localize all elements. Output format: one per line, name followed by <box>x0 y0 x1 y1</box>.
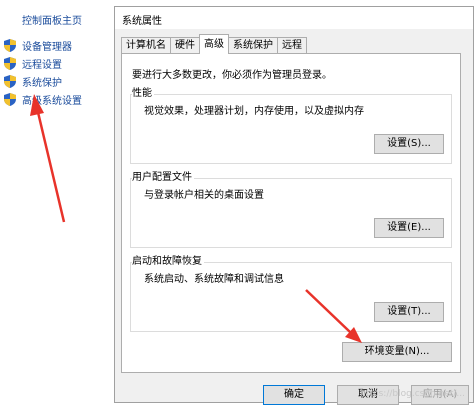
tab-strip: 计算机名 硬件 高级 系统保护 远程 <box>121 34 307 54</box>
cp-item-advanced-system-settings[interactable]: 高级系统设置 <box>4 90 82 108</box>
dialog-title: 系统属性 <box>122 16 162 27</box>
group-title: 性能 <box>132 84 154 99</box>
group-title: 用户配置文件 <box>132 168 194 183</box>
watermark-text: https://blog.csdn.net/... <box>360 389 465 399</box>
group-performance: 性能 视觉效果，处理器计划，内存使用，以及虚拟内存 设置(S)... <box>130 84 452 168</box>
cp-item-remote-settings[interactable]: 远程设置 <box>4 54 82 72</box>
user-profiles-settings-button[interactable]: 设置(E)... <box>374 218 444 238</box>
system-properties-dialog: 系统属性 计算机名 硬件 高级 系统保护 远程 要进行大多数更改，你必须作为管理… <box>114 6 474 405</box>
tab-advanced[interactable]: 高级 <box>199 34 229 54</box>
group-user-profiles: 用户配置文件 与登录帐户相关的桌面设置 设置(E)... <box>130 168 452 252</box>
uac-shield-icon <box>4 38 16 52</box>
cp-item-label: 高级系统设置 <box>22 95 82 107</box>
cp-item-label: 设备管理器 <box>22 41 72 53</box>
advanced-tab-panel: 要进行大多数更改，你必须作为管理员登录。 性能 视觉效果，处理器计划，内存使用，… <box>121 53 461 373</box>
tab-remote[interactable]: 远程 <box>277 37 307 53</box>
group-description: 与登录帐户相关的桌面设置 <box>144 190 264 201</box>
cp-item-label: 系统保护 <box>22 77 62 89</box>
cp-item-label: 远程设置 <box>22 59 62 71</box>
group-description: 视觉效果，处理器计划，内存使用，以及虚拟内存 <box>144 106 364 117</box>
uac-shield-icon <box>4 74 16 88</box>
group-title: 启动和故障恢复 <box>132 252 204 267</box>
group-startup-recovery: 启动和故障恢复 系统启动、系统故障和调试信息 设置(T)... <box>130 252 452 336</box>
tab-hardware[interactable]: 硬件 <box>170 37 200 53</box>
startup-recovery-settings-button[interactable]: 设置(T)... <box>374 302 444 322</box>
annotation-arrow-sidebar <box>30 94 66 223</box>
tab-system-protection[interactable]: 系统保护 <box>228 37 278 53</box>
group-description: 系统启动、系统故障和调试信息 <box>144 274 284 285</box>
cp-item-system-protection[interactable]: 系统保护 <box>4 72 82 90</box>
control-panel-home-link[interactable]: 控制面板主页 <box>22 12 82 27</box>
admin-note: 要进行大多数更改，你必须作为管理员登录。 <box>132 70 332 81</box>
cp-item-device-manager[interactable]: 设备管理器 <box>4 36 82 54</box>
ok-button[interactable]: 确定 <box>263 385 325 405</box>
performance-settings-button[interactable]: 设置(S)... <box>374 134 444 154</box>
uac-shield-icon <box>4 56 16 70</box>
uac-shield-icon <box>4 92 16 106</box>
dialog-titlebar[interactable]: 系统属性 <box>115 7 473 29</box>
tab-computer-name[interactable]: 计算机名 <box>121 37 171 53</box>
control-panel-task-list: 设备管理器 远程设置 系统保护 高级系统设置 <box>4 36 82 108</box>
environment-variables-button[interactable]: 环境变量(N)... <box>342 342 452 362</box>
